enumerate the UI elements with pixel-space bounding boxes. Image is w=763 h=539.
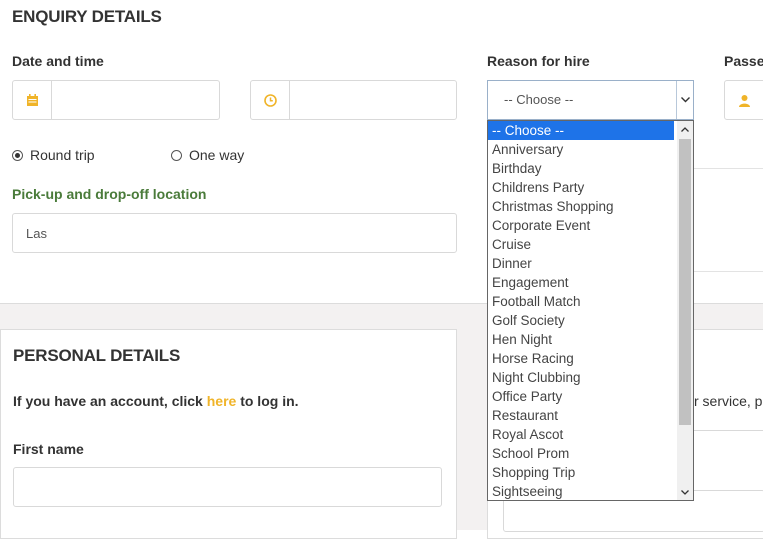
radio-unchecked-icon: [171, 149, 182, 161]
first-name-label: First name: [13, 441, 84, 457]
reason-dropdown-list[interactable]: -- Choose -- Anniversary Birthday Childrens…: [487, 120, 694, 501]
reason-option[interactable]: Night Clubbing: [488, 368, 674, 387]
login-link[interactable]: here: [207, 393, 237, 409]
location-input[interactable]: Las: [12, 213, 457, 253]
first-name-input[interactable]: [13, 467, 442, 507]
reason-option[interactable]: Golf Society: [488, 311, 674, 330]
reason-option[interactable]: Christmas Shopping: [488, 197, 674, 216]
location-value: Las: [26, 226, 47, 241]
reason-option[interactable]: Restaurant: [488, 406, 674, 425]
reason-options: -- Choose -- Anniversary Birthday Childrens…: [488, 121, 693, 500]
round-trip-label: Round trip: [30, 147, 95, 163]
round-trip-radio[interactable]: Round trip: [12, 147, 95, 163]
dropdown-scrollbar[interactable]: [677, 121, 693, 500]
radio-checked-icon: [12, 149, 23, 161]
reason-option[interactable]: Royal Ascot: [488, 425, 674, 444]
reason-option[interactable]: Cruise: [488, 235, 674, 254]
reason-option[interactable]: Office Party: [488, 387, 674, 406]
account-prefix: If you have an account, click: [13, 393, 207, 409]
clock-icon: [251, 81, 290, 119]
personal-details-panel: PERSONAL DETAILS If you have an account,…: [0, 329, 457, 539]
reason-option[interactable]: Horse Racing: [488, 349, 674, 368]
location-label: Pick-up and drop-off location: [12, 186, 207, 202]
time-input[interactable]: [250, 80, 457, 120]
right-panel-text: r service, p: [694, 393, 763, 409]
reason-option[interactable]: Hen Night: [488, 330, 674, 349]
account-suffix: to log in.: [236, 393, 299, 409]
personal-section-title: PERSONAL DETAILS: [13, 346, 181, 365]
divider: [694, 271, 763, 272]
divider: [694, 168, 763, 169]
one-way-label: One way: [189, 147, 245, 163]
reason-option[interactable]: Shopping Trip: [488, 463, 674, 482]
reason-option[interactable]: Sightseeing: [488, 482, 674, 500]
reason-option[interactable]: Corporate Event: [488, 216, 674, 235]
reason-option[interactable]: -- Choose --: [488, 121, 674, 140]
reason-option[interactable]: Football Match: [488, 292, 674, 311]
reason-selected-value: -- Choose --: [504, 92, 574, 107]
reason-option[interactable]: Engagement: [488, 273, 674, 292]
passengers-label: Passe: [724, 53, 763, 69]
one-way-radio[interactable]: One way: [171, 147, 244, 163]
date-time-label: Date and time: [12, 53, 104, 69]
enquiry-section-title: ENQUIRY DETAILS: [12, 7, 162, 26]
scroll-up-icon[interactable]: [677, 121, 693, 137]
chevron-down-icon[interactable]: [676, 81, 693, 119]
reason-option[interactable]: School Prom: [488, 444, 674, 463]
calendar-icon: [13, 81, 52, 119]
scroll-down-icon[interactable]: [677, 484, 693, 500]
reason-option[interactable]: Anniversary: [488, 140, 674, 159]
reason-option[interactable]: Dinner: [488, 254, 674, 273]
reason-select[interactable]: -- Choose --: [487, 80, 694, 120]
reason-label: Reason for hire: [487, 53, 590, 69]
user-icon: [725, 81, 763, 119]
scrollbar-thumb[interactable]: [679, 139, 691, 425]
date-input[interactable]: [12, 80, 220, 120]
reason-option[interactable]: Birthday: [488, 159, 674, 178]
reason-option[interactable]: Childrens Party: [488, 178, 674, 197]
account-login-text: If you have an account, click here to lo…: [13, 393, 299, 409]
passengers-input[interactable]: [724, 80, 763, 120]
